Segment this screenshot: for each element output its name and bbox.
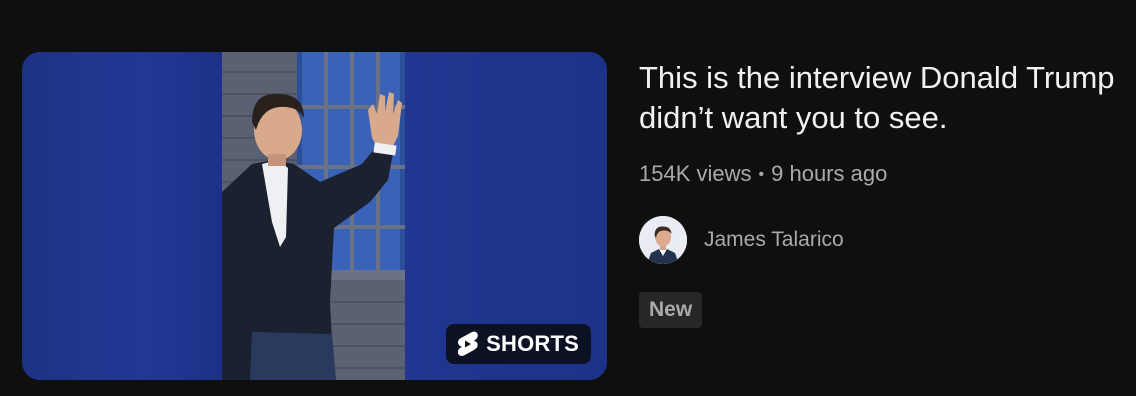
channel-link[interactable]: James Talarico — [639, 216, 844, 264]
channel-name[interactable]: James Talarico — [704, 228, 844, 252]
video-thumbnail[interactable]: SHORTS — [22, 52, 607, 380]
video-title[interactable]: This is the interview Donald Trump didn’… — [639, 58, 1119, 138]
youtube-shorts-icon — [457, 331, 478, 356]
channel-avatar[interactable] — [639, 216, 687, 264]
thumbnail-scene — [222, 52, 405, 380]
avatar-image — [639, 216, 687, 264]
meta-separator: • — [758, 166, 765, 183]
video-result: SHORTS This is the interview Donald Trum… — [0, 0, 1136, 396]
video-metadata: 154K views • 9 hours ago — [639, 160, 887, 189]
new-badge: New — [639, 292, 703, 328]
thumbnail-blur-left — [22, 52, 222, 380]
shorts-label: SHORTS — [486, 331, 579, 356]
view-count: 154K views — [639, 161, 752, 186]
shorts-badge: SHORTS — [446, 324, 591, 364]
upload-age: 9 hours ago — [771, 161, 888, 186]
thumbnail-image — [222, 52, 405, 380]
